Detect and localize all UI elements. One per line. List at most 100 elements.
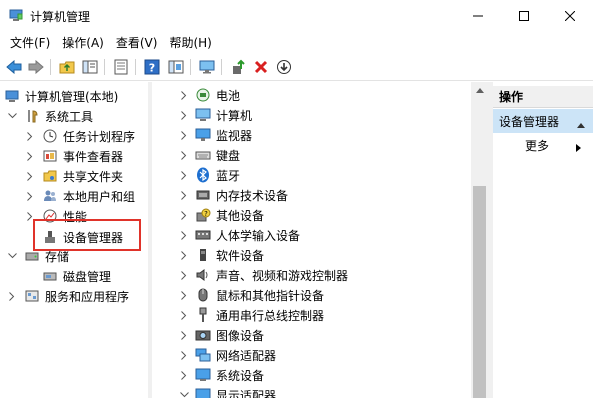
help-icon[interactable]: ?	[142, 57, 162, 77]
update-driver-icon[interactable]	[228, 57, 248, 77]
chevron-right-icon[interactable]	[178, 325, 190, 345]
computer-management-app-icon	[9, 8, 23, 22]
menu-view[interactable]: 查看(V)	[110, 31, 164, 53]
device-category[interactable]: 人体学输入设备	[178, 225, 300, 245]
device-category[interactable]: 网络适配器	[178, 345, 276, 365]
device-category[interactable]: 显示适配器	[178, 385, 276, 398]
up-folder-icon[interactable]	[57, 57, 77, 77]
device-label: 鼠标和其他指针设备	[216, 288, 325, 303]
chevron-right-icon[interactable]	[178, 85, 190, 105]
menu-help[interactable]: 帮助(H)	[163, 31, 217, 53]
menu-action[interactable]: 操作(A)	[56, 31, 110, 53]
device-label: 内存技术设备	[216, 188, 289, 203]
tree-label: 事件查看器	[63, 149, 124, 164]
tree-label: 共享文件夹	[63, 169, 124, 184]
close-button[interactable]	[547, 0, 593, 31]
actions-pane: 操作 设备管理器 更多	[493, 82, 593, 398]
computer-icon	[195, 107, 211, 123]
window-title: 计算机管理	[30, 10, 91, 24]
forward-icon[interactable]	[26, 57, 46, 77]
help-topics-icon[interactable]	[166, 57, 186, 77]
back-icon[interactable]	[4, 57, 24, 77]
device-label: 计算机	[216, 108, 253, 123]
chevron-right-icon[interactable]	[178, 345, 190, 365]
tree-item-services-apps[interactable]: 服务和应用程序	[6, 286, 129, 306]
monitor-icon[interactable]	[197, 57, 217, 77]
more-actions-item[interactable]: 更多	[493, 135, 593, 155]
actions-header: 操作	[493, 86, 593, 108]
device-category[interactable]: 通用串行总线控制器	[178, 305, 324, 325]
uninstall-icon[interactable]	[251, 57, 271, 77]
device-category[interactable]: 鼠标和其他指针设备	[178, 285, 324, 305]
toolbar-separator	[50, 59, 51, 75]
disk-icon	[42, 268, 58, 284]
chevron-right-icon[interactable]	[24, 146, 36, 166]
device-category[interactable]: 监视器	[178, 125, 252, 145]
show-hide-tree-icon[interactable]	[80, 57, 100, 77]
more-actions-label: 更多	[525, 138, 550, 153]
tree-item-system-tools[interactable]: 系统工具	[6, 106, 93, 126]
device-category[interactable]: 电池	[178, 85, 240, 105]
device-label: 声音、视频和游戏控制器	[216, 268, 349, 283]
properties-icon[interactable]	[111, 57, 131, 77]
device-category[interactable]: 图像设备	[178, 325, 264, 345]
device-category[interactable]: 声音、视频和游戏控制器	[178, 265, 348, 285]
device-label: 软件设备	[216, 248, 265, 263]
chevron-right-icon[interactable]	[178, 205, 190, 225]
chevron-right-icon[interactable]	[6, 286, 18, 306]
tools-icon	[24, 108, 40, 124]
chevron-right-icon[interactable]	[178, 105, 190, 125]
tree-item-shared-folders[interactable]: 共享文件夹	[24, 166, 123, 186]
chevron-right-icon[interactable]	[178, 185, 190, 205]
device-category[interactable]: 蓝牙	[178, 165, 240, 185]
tree-label: 服务和应用程序	[45, 289, 130, 304]
device-label: 蓝牙	[216, 168, 241, 183]
shared-folder-icon	[42, 168, 58, 184]
chevron-right-icon[interactable]	[24, 126, 36, 146]
chevron-right-icon[interactable]	[178, 125, 190, 145]
device-category[interactable]: 系统设备	[178, 365, 264, 385]
chevron-right-icon[interactable]	[178, 245, 190, 265]
scroll-thumb[interactable]	[473, 186, 486, 398]
chevron-down-icon[interactable]	[6, 106, 18, 126]
chevron-right-icon[interactable]	[178, 145, 190, 165]
toolbar-separator	[104, 59, 105, 75]
device-label: 系统设备	[216, 368, 265, 383]
device-category[interactable]: 计算机	[178, 105, 252, 125]
device-label: 通用串行总线控制器	[216, 308, 325, 323]
actions-section-device-manager[interactable]: 设备管理器	[493, 109, 593, 133]
menu-file[interactable]: 文件(F)	[4, 31, 56, 53]
chevron-right-icon[interactable]	[178, 225, 190, 245]
maximize-button[interactable]	[501, 0, 547, 31]
chevron-down-icon[interactable]	[178, 385, 190, 398]
device-category[interactable]: 内存技术设备	[178, 185, 288, 205]
device-list: 电池 计算机 监视器 键盘 蓝牙 内存技术设备 ? 其他设备 人体学输入设备 软…	[152, 82, 488, 398]
download-icon[interactable]	[274, 57, 294, 77]
system-device-icon	[195, 367, 211, 383]
tree-item-disk-management[interactable]: 磁盘管理	[42, 266, 111, 286]
tree-item-task-scheduler[interactable]: 任务计划程序	[24, 126, 135, 146]
device-label: 电池	[216, 88, 241, 103]
chevron-right-icon[interactable]	[178, 265, 190, 285]
collapse-icon[interactable]	[577, 117, 585, 131]
mouse-icon	[195, 287, 211, 303]
minimize-button[interactable]	[455, 0, 501, 31]
tree-item-event-viewer[interactable]: 事件查看器	[24, 146, 123, 166]
chevron-right-icon[interactable]	[24, 186, 36, 206]
vertical-scrollbar[interactable]	[471, 82, 488, 398]
chevron-right-icon[interactable]	[178, 365, 190, 385]
chevron-down-icon[interactable]	[6, 246, 18, 266]
battery-icon	[195, 87, 211, 103]
chevron-right-icon[interactable]	[178, 305, 190, 325]
scroll-up-button[interactable]	[471, 82, 488, 99]
device-category[interactable]: ? 其他设备	[178, 205, 264, 225]
menu-bar: 文件(F) 操作(A) 查看(V) 帮助(H)	[0, 31, 593, 53]
device-category[interactable]: 软件设备	[178, 245, 264, 265]
chevron-right-icon[interactable]	[178, 285, 190, 305]
tree-item-root[interactable]: 计算机管理(本地)	[4, 86, 118, 106]
device-label: 图像设备	[216, 328, 265, 343]
chevron-right-icon[interactable]	[24, 166, 36, 186]
device-category[interactable]: 键盘	[178, 145, 240, 165]
chevron-right-icon[interactable]	[178, 165, 190, 185]
tree-item-local-users[interactable]: 本地用户和组	[24, 186, 135, 206]
